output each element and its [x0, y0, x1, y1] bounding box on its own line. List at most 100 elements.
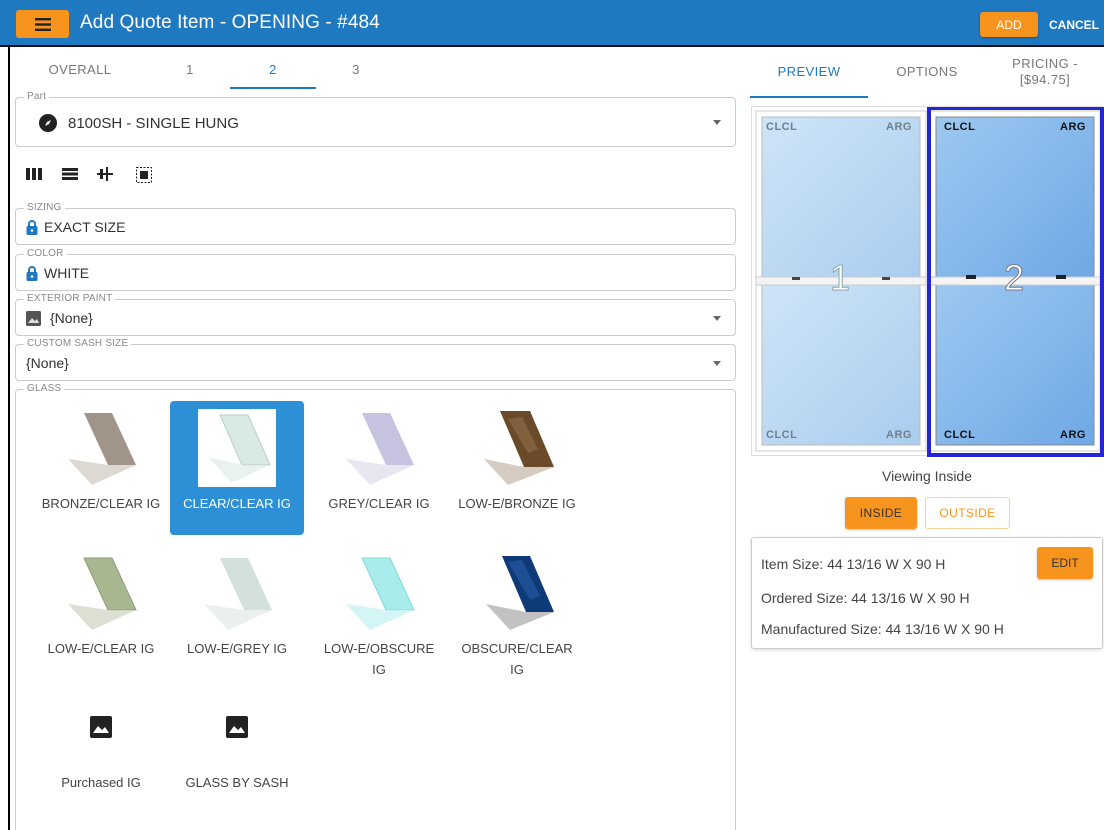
menu-button[interactable]: [16, 10, 69, 38]
inside-button[interactable]: INSIDE: [845, 497, 917, 529]
tab-2[interactable]: 2: [230, 48, 316, 90]
sizing-value-row: EXACT SIZE: [26, 219, 125, 235]
sizing-value: EXACT SIZE: [44, 219, 126, 235]
color-label: COLOR: [24, 248, 67, 260]
glass-option-bronze-clear[interactable]: BRONZE/CLEAR IG: [34, 401, 168, 535]
hamburger-icon: [34, 17, 51, 31]
sizing-label: SIZING: [24, 202, 65, 214]
glass-swatch: [346, 413, 414, 485]
glass-option-label: Purchased IG: [61, 775, 141, 790]
glass-option-lowe-clear[interactable]: LOW-E/CLEAR IG: [34, 546, 168, 680]
edit-size-button[interactable]: EDIT: [1037, 547, 1093, 579]
outside-button[interactable]: OUTSIDE: [925, 497, 1010, 529]
chevron-down-icon: [713, 316, 721, 321]
exterior-paint-select[interactable]: EXTERIOR PAINT {None}: [15, 293, 736, 336]
glass-swatch: [204, 558, 272, 630]
pricing-value: [$94.75]: [1019, 72, 1071, 87]
tab-1[interactable]: 1: [150, 48, 230, 90]
glass-option-label: LOW-E/BRONZE IG: [458, 496, 576, 511]
glass-label: GLASS: [24, 383, 65, 395]
image-icon: [90, 716, 112, 738]
tab-preview[interactable]: PREVIEW: [750, 48, 868, 96]
tab-indicator: [230, 87, 316, 89]
custom-sash-value-row: {None}: [26, 355, 69, 371]
exterior-paint-value-row: {None}: [26, 310, 93, 326]
part-select[interactable]: Part 8100SH - SINGLE HUNG: [15, 91, 736, 147]
chevron-down-icon: [713, 361, 721, 366]
glass-swatch: [346, 557, 415, 630]
color-value-row: WHITE: [26, 265, 89, 281]
color-field[interactable]: COLOR WHITE: [15, 248, 736, 291]
unit1-top-right-label: ARG: [886, 121, 912, 133]
glass-option-obscure-clear[interactable]: OBSCURE/CLEAR IG: [450, 546, 584, 680]
glass-swatch: [484, 411, 554, 485]
glass-option-label: OBSCURE/CLEAR IG: [461, 641, 573, 677]
glass-option-lowe-bronze[interactable]: LOW-E/BRONZE IG: [450, 401, 584, 535]
custom-sash-select[interactable]: CUSTOM SASH SIZE {None}: [15, 338, 736, 381]
window-preview: CLCL ARG CLCL ARG 1 CLCL ARG CLCL ARG 2: [751, 106, 1104, 457]
unit2-number[interactable]: 2: [1003, 257, 1024, 299]
glass-option-grey-clear[interactable]: GREY/CLEAR IG: [312, 401, 446, 535]
lock-icon: [26, 219, 38, 235]
tab-3[interactable]: 3: [316, 48, 396, 90]
compass-icon: [39, 114, 57, 132]
glass-option-label: LOW-E/GREY IG: [187, 641, 287, 656]
unit1-bottom-right-label: ARG: [886, 429, 912, 441]
unit2-top-left-label: CLCL: [944, 121, 976, 133]
custom-sash-label: CUSTOM SASH SIZE: [24, 338, 132, 350]
unit2-bottom-right-label: ARG: [1060, 429, 1086, 441]
app-bar: Add Quote Item - OPENING - #484 ADD CANC…: [0, 0, 1104, 47]
cancel-button[interactable]: CANCEL: [1046, 14, 1102, 36]
part-value: 8100SH - SINGLE HUNG: [68, 114, 239, 132]
custom-sash-value: {None}: [26, 355, 69, 371]
tab-overall[interactable]: OVERALL: [30, 48, 130, 90]
window-drawing: [755, 106, 1104, 457]
glass-option-label: GREY/CLEAR IG: [328, 496, 430, 511]
image-icon: [226, 716, 248, 738]
glass-option-label: GLASS BY SASH: [185, 775, 289, 790]
lock-icon: [26, 265, 38, 281]
unit2-bottom-left-label: CLCL: [944, 429, 976, 441]
viewing-label: Viewing Inside: [881, 468, 973, 484]
glass-option-label: CLEAR/CLEAR IG: [183, 496, 291, 511]
glass-swatch: [68, 413, 136, 485]
glass-swatch-frame: [198, 409, 276, 487]
glass-option-clear-clear[interactable]: CLEAR/CLEAR IG: [170, 401, 304, 535]
glass-swatch: [208, 414, 271, 483]
unit1-top-left-label: CLCL: [766, 121, 798, 133]
color-value: WHITE: [44, 265, 90, 281]
glass-option-lowe-obscure[interactable]: LOW-E/OBSCURE IG: [312, 546, 446, 680]
select-frame-icon[interactable]: [136, 167, 152, 183]
chevron-down-icon: [713, 120, 721, 125]
glass-option-label: BRONZE/CLEAR IG: [41, 496, 161, 511]
sizing-field[interactable]: SIZING EXACT SIZE: [15, 202, 736, 245]
page-title: Add Quote Item - OPENING - #484: [80, 12, 380, 33]
unit1-bottom-left-label: CLCL: [766, 429, 798, 441]
glass-option-glass-by-sash[interactable]: GLASS BY SASH: [170, 691, 304, 825]
glass-option-label: LOW-E/CLEAR IG: [47, 641, 155, 656]
rows-icon[interactable]: [62, 167, 78, 181]
columns-icon[interactable]: [26, 167, 42, 181]
ordered-size: Ordered Size: 44 13/16 W X 90 H: [761, 590, 970, 606]
part-label: Part: [24, 91, 50, 103]
glass-option-lowe-grey[interactable]: LOW-E/GREY IG: [170, 546, 304, 680]
size-card: Item Size: 44 13/16 W X 90 H Ordered Siz…: [751, 537, 1103, 649]
glass-option-purchased-ig[interactable]: Purchased IG: [34, 691, 168, 825]
image-icon: [26, 310, 41, 326]
exterior-paint-value: {None}: [50, 310, 93, 326]
tab-indicator: [750, 96, 868, 98]
manufactured-size: Manufactured Size: 44 13/16 W X 90 H: [761, 621, 1004, 637]
left-divider: [8, 47, 10, 830]
add-button[interactable]: ADD: [980, 12, 1038, 37]
tab-pricing[interactable]: PRICING - [$94.75]: [986, 48, 1104, 96]
item-size: Item Size: 44 13/16 W X 90 H: [761, 556, 946, 572]
part-value-row: 8100SH - SINGLE HUNG: [38, 113, 239, 133]
tab-options[interactable]: OPTIONS: [868, 48, 986, 96]
mull-icon[interactable]: [97, 167, 113, 181]
glass-swatch: [68, 557, 137, 630]
pricing-label: PRICING -: [1012, 56, 1078, 71]
unit2-top-right-label: ARG: [1060, 121, 1086, 133]
exterior-paint-label: EXTERIOR PAINT: [24, 293, 116, 305]
unit1-number: 1: [829, 257, 851, 299]
glass-swatch: [486, 556, 554, 630]
